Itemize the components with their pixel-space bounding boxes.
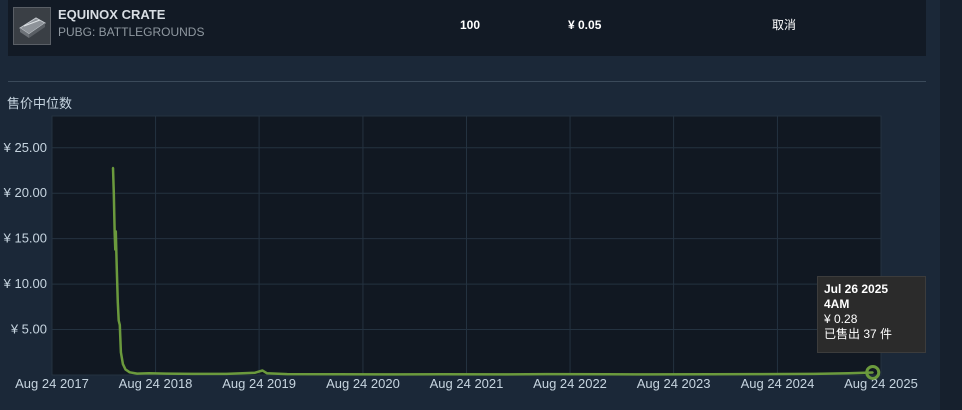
data-point[interactable] — [191, 372, 194, 375]
data-point[interactable] — [605, 373, 608, 376]
data-point[interactable] — [254, 371, 257, 374]
data-point[interactable] — [265, 372, 268, 375]
data-point[interactable] — [124, 368, 127, 371]
data-point[interactable] — [709, 373, 712, 376]
x-tick-label: Aug 24 2021 — [430, 376, 504, 391]
data-point[interactable] — [545, 373, 548, 376]
tooltip-time: 4AM — [824, 297, 850, 311]
tooltip-price: ¥ 0.28 — [824, 312, 858, 326]
data-point[interactable] — [148, 372, 151, 375]
data-point[interactable] — [261, 369, 264, 372]
y-tick-label: ¥ 15.00 — [3, 231, 47, 246]
data-point[interactable] — [114, 248, 117, 251]
data-point[interactable] — [871, 371, 874, 374]
y-tick-label: ¥ 25.00 — [3, 140, 47, 155]
x-tick-label: Aug 24 2019 — [222, 376, 296, 391]
x-tick-label: Aug 24 2020 — [326, 376, 400, 391]
data-point[interactable] — [115, 264, 118, 267]
price-tooltip: Jul 26 2025 4AM ¥ 0.28 已售出 37 件 — [817, 276, 926, 353]
data-point[interactable] — [752, 373, 755, 376]
data-point[interactable] — [128, 371, 131, 374]
data-point[interactable] — [847, 372, 850, 375]
data-point[interactable] — [117, 319, 120, 322]
x-tick-label: Aug 24 2024 — [741, 376, 815, 391]
data-point[interactable] — [648, 373, 651, 376]
data-point[interactable] — [813, 372, 816, 375]
data-point[interactable] — [121, 363, 124, 366]
y-tick-label: ¥ 20.00 — [3, 185, 47, 200]
x-tick-label: Aug 24 2018 — [119, 376, 193, 391]
tooltip-sold-count: 已售出 37 件 — [824, 327, 893, 341]
y-tick-label: ¥ 5.00 — [10, 322, 47, 337]
data-point[interactable] — [398, 373, 401, 376]
x-tick-label: Aug 24 2017 — [15, 376, 89, 391]
data-point[interactable] — [119, 351, 122, 354]
data-point[interactable] — [286, 373, 289, 376]
data-point[interactable] — [502, 373, 505, 376]
x-tick-label: Aug 24 2022 — [533, 376, 607, 391]
y-tick-label: ¥ 10.00 — [3, 276, 47, 291]
data-point[interactable] — [118, 324, 121, 327]
data-point[interactable] — [441, 373, 444, 376]
data-point[interactable] — [225, 372, 228, 375]
data-point[interactable] — [165, 372, 168, 375]
x-tick-label: Aug 24 2023 — [637, 376, 711, 391]
data-point[interactable] — [338, 373, 341, 376]
data-point[interactable] — [114, 230, 117, 233]
data-point[interactable] — [116, 301, 119, 304]
tooltip-date: Jul 26 2025 — [824, 282, 889, 296]
data-point[interactable] — [113, 233, 116, 236]
x-tick-label: Aug 24 2025 — [844, 376, 918, 391]
data-point[interactable] — [111, 166, 114, 169]
data-point[interactable] — [112, 192, 115, 195]
data-point[interactable] — [136, 372, 139, 375]
